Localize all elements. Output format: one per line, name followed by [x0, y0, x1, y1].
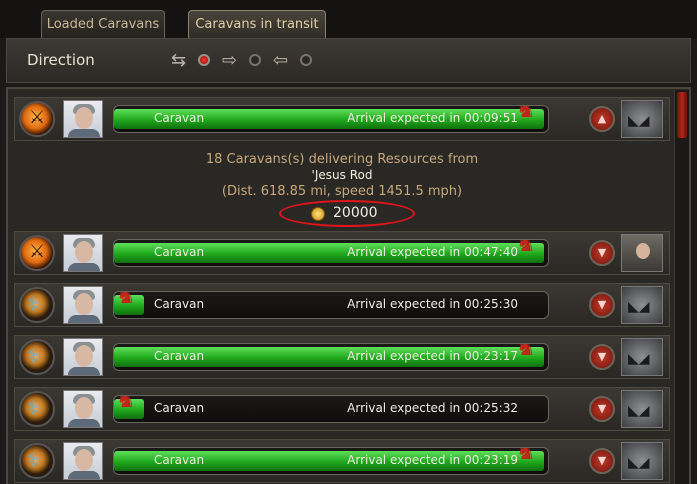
- target-creature-avatar: [621, 338, 663, 376]
- radio-selected-icon[interactable]: [198, 54, 210, 66]
- target-creature-avatar: [621, 390, 663, 428]
- caravan-row[interactable]: ♞ Caravan Arrival expected in 00:09:51 ▲: [14, 97, 670, 141]
- sender-avatar: [63, 338, 103, 376]
- caravan-row[interactable]: ♞ Caravan Arrival expected in 00:25:30 ▼: [14, 283, 670, 327]
- expand-button[interactable]: ▼: [589, 396, 615, 422]
- expand-button[interactable]: ▼: [589, 344, 615, 370]
- sender-avatar: [63, 234, 103, 272]
- sender-avatar: [63, 100, 103, 138]
- caravan-row[interactable]: ♞ Caravan Arrival expected in 00:47:40 ▼: [14, 231, 670, 275]
- expand-button[interactable]: ▼: [589, 240, 615, 266]
- gold-amount: 20000: [333, 205, 378, 221]
- arrival-time: Arrival expected in 00:23:17: [347, 349, 518, 363]
- direction-label: Direction: [27, 51, 95, 69]
- arrival-time: Arrival expected in 00:25:32: [347, 401, 518, 415]
- collapse-button[interactable]: ▲: [589, 106, 615, 132]
- caravan-details: 18 Caravans(s) delivering Resources from…: [14, 147, 670, 231]
- caravan-label: Caravan: [154, 245, 205, 259]
- resource-blue-icon: [19, 443, 55, 479]
- direction-filter-bar: Direction ⇆ ⇨ ⇦: [6, 38, 691, 83]
- rider-icon: ♞: [116, 395, 136, 413]
- resource-orange-icon: [19, 101, 55, 137]
- direction-option-outgoing[interactable]: ⇨: [222, 49, 266, 73]
- caravan-label: Caravan: [154, 349, 205, 363]
- rider-icon: ♞: [516, 447, 536, 465]
- caravan-label: Caravan: [154, 297, 205, 311]
- sender-avatar: [63, 442, 103, 480]
- expand-button[interactable]: ▼: [589, 292, 615, 318]
- caravan-progress-bar: ♞ Caravan Arrival expected in 00:25:32: [113, 395, 549, 423]
- target-creature-avatar: [621, 286, 663, 324]
- expand-button[interactable]: ▼: [589, 448, 615, 474]
- arrival-time: Arrival expected in 00:47:40: [347, 245, 518, 259]
- sender-avatar: [63, 390, 103, 428]
- rider-icon: ♞: [516, 343, 536, 361]
- radio-icon[interactable]: [300, 54, 312, 66]
- resource-blue-icon: [19, 391, 55, 427]
- arrival-time: Arrival expected in 00:25:30: [347, 297, 518, 311]
- scrollbar[interactable]: [674, 90, 689, 484]
- caravan-progress-bar: ♞ Caravan Arrival expected in 00:09:51: [113, 105, 549, 133]
- rider-icon: ♞: [516, 105, 536, 123]
- arrival-time: Arrival expected in 00:09:51: [347, 111, 518, 125]
- incoming-arrow-icon: ⇦: [273, 50, 289, 71]
- caravan-progress-bar: ♞ Caravan Arrival expected in 00:23:17: [113, 343, 549, 371]
- caravan-progress-bar: ♞ Caravan Arrival expected in 00:47:40: [113, 239, 549, 267]
- resource-blue-icon: [19, 287, 55, 323]
- resource-blue-icon: [19, 339, 55, 375]
- scrollbar-thumb[interactable]: [677, 92, 687, 138]
- both-directions-icon: ⇆: [171, 50, 187, 71]
- caravan-label: Caravan: [154, 111, 205, 125]
- radio-icon[interactable]: [249, 54, 261, 66]
- details-distance-speed: (Dist. 618.85 mi, speed 1451.5 mph): [221, 184, 463, 199]
- rider-icon: ♞: [116, 291, 136, 309]
- sender-avatar: [63, 286, 103, 324]
- caravan-progress-bar: ♞ Caravan Arrival expected in 00:25:30: [113, 291, 549, 319]
- caravan-label: Caravan: [154, 453, 205, 467]
- gold-coin-icon: [311, 207, 325, 221]
- target-creature-avatar: [621, 442, 663, 480]
- tab-loaded-caravans[interactable]: Loaded Caravans: [41, 10, 165, 39]
- direction-option-incoming[interactable]: ⇦: [273, 49, 317, 73]
- gold-amount-highlight: 20000: [279, 200, 415, 227]
- caravan-progress-bar: ♞ Caravan Arrival expected in 00:23:19: [113, 447, 549, 475]
- resource-orange-icon: [19, 235, 55, 271]
- arrival-time: Arrival expected in 00:23:19: [347, 453, 518, 467]
- tab-bar: Loaded Caravans Caravans in transit: [0, 0, 697, 39]
- caravan-row[interactable]: ♞ Caravan Arrival expected in 00:25:32 ▼: [14, 387, 670, 431]
- caravan-label: Caravan: [154, 401, 205, 415]
- rider-icon: ♞: [516, 239, 536, 257]
- caravan-row[interactable]: ♞ Caravan Arrival expected in 00:23:19 ▼: [14, 439, 670, 483]
- direction-option-both[interactable]: ⇆: [171, 49, 215, 73]
- target-creature-avatar: [621, 100, 663, 138]
- tab-caravans-in-transit[interactable]: Caravans in transit: [188, 10, 326, 39]
- details-summary: 18 Caravans(s) delivering Resources from: [205, 152, 479, 167]
- target-player-avatar: [621, 234, 663, 272]
- caravan-row[interactable]: ♞ Caravan Arrival expected in 00:23:17 ▼: [14, 335, 670, 379]
- outgoing-arrow-icon: ⇨: [222, 50, 238, 71]
- details-sender: 'Jesus Rod: [311, 168, 373, 182]
